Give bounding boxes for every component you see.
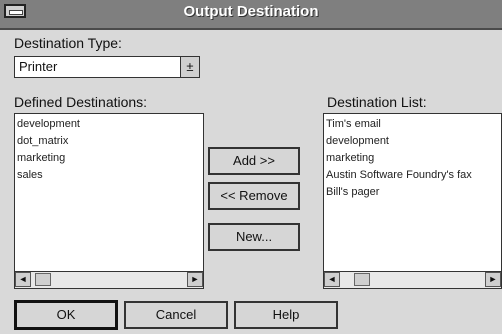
dialog-title: Output Destination — [183, 3, 319, 20]
list-item[interactable]: sales — [15, 167, 203, 184]
list-item[interactable]: development — [324, 133, 501, 150]
list-item[interactable]: marketing — [15, 150, 203, 167]
list-item[interactable]: dot_matrix — [15, 133, 203, 150]
list-item[interactable]: Bill's pager — [324, 184, 501, 201]
scroll-right-icon[interactable]: ► — [485, 272, 501, 287]
destination-type-value: Printer — [19, 59, 58, 74]
list-item[interactable]: marketing — [324, 150, 501, 167]
list-item[interactable]: Austin Software Foundry's fax — [324, 167, 501, 184]
defined-list-scrollbar[interactable]: ◄ ► — [15, 271, 203, 288]
destination-list[interactable]: Tim's email development marketing Austin So… — [323, 113, 502, 289]
help-button-label: Help — [272, 307, 300, 322]
destination-list-items: Tim's email development marketing Austin So… — [324, 116, 501, 201]
scroll-right-icon[interactable]: ► — [187, 272, 203, 287]
defined-destinations-label: Defined Destinations: — [14, 94, 148, 110]
help-button[interactable]: Help — [234, 301, 338, 329]
destination-type-label: Destination Type: — [14, 35, 122, 51]
destination-list-scrollbar[interactable]: ◄ ► — [324, 271, 501, 288]
scroll-thumb[interactable] — [35, 273, 51, 286]
defined-destinations-list[interactable]: development dot_matrix marketing sales ◄ ► — [14, 113, 204, 289]
ok-button[interactable]: OK — [14, 300, 118, 330]
ok-button-label: OK — [56, 307, 76, 322]
scroll-left-icon[interactable]: ◄ — [15, 272, 31, 287]
output-destination-dialog: Output Destination Destination Type: Pri… — [0, 0, 502, 334]
add-button-label: Add >> — [233, 153, 275, 168]
scroll-left-icon[interactable]: ◄ — [324, 272, 340, 287]
remove-button-label: << Remove — [220, 188, 288, 203]
list-item[interactable]: development — [15, 116, 203, 133]
list-item[interactable]: Tim's email — [324, 116, 501, 133]
title-bar: Output Destination — [0, 0, 502, 30]
dropdown-arrow-icon[interactable]: ± — [180, 57, 199, 77]
new-button[interactable]: New... — [208, 223, 300, 251]
destination-list-label: Destination List: — [327, 94, 427, 110]
scroll-thumb[interactable] — [354, 273, 370, 286]
defined-destinations-items: development dot_matrix marketing sales — [15, 116, 203, 184]
cancel-button-label: Cancel — [155, 307, 197, 322]
cancel-button[interactable]: Cancel — [124, 301, 228, 329]
destination-type-combobox[interactable]: Printer ± — [14, 56, 200, 78]
new-button-label: New... — [235, 229, 273, 244]
add-button[interactable]: Add >> — [208, 147, 300, 175]
remove-button[interactable]: << Remove — [208, 182, 300, 210]
